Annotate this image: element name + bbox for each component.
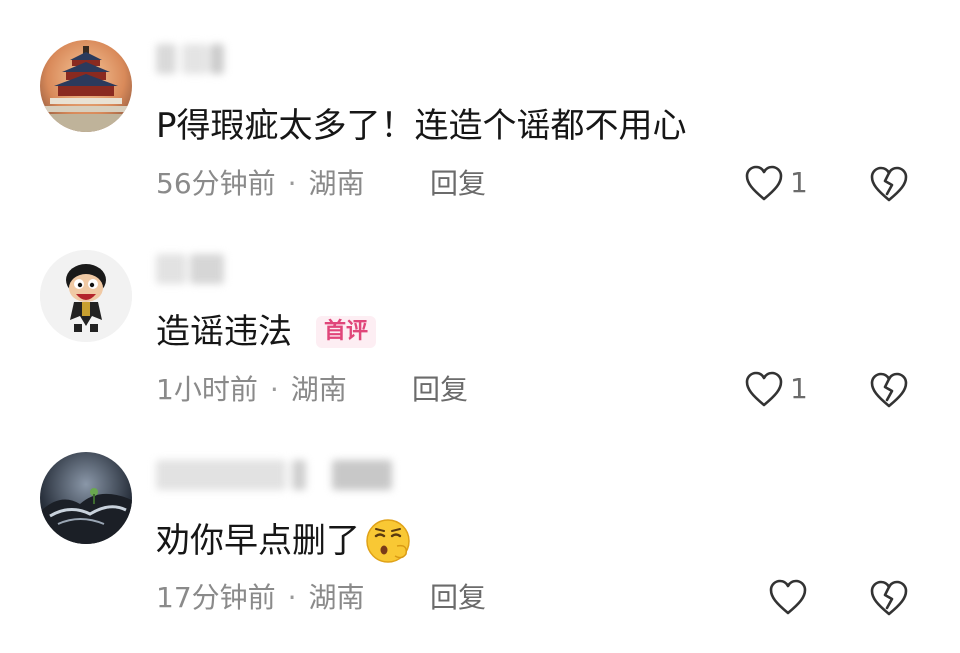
heart-icon	[769, 579, 807, 615]
comment-text-content: 造谣违法	[156, 312, 292, 352]
dislike-button[interactable]	[868, 164, 910, 204]
comment-item: 劝你早点删了 17分钟前 · 湖南 回复	[0, 420, 960, 620]
broken-heart-icon	[870, 580, 908, 616]
night-landscape-avatar-icon	[40, 452, 132, 544]
comment-text: 劝你早点删了	[156, 516, 414, 566]
comment-time: 17分钟前	[156, 581, 276, 614]
comment-item: P得瑕疵太多了！连造个谣都不用心 56分钟前 · 湖南 回复 1	[0, 0, 960, 202]
dislike-button[interactable]	[868, 578, 910, 618]
meta-separator: ·	[269, 373, 279, 406]
heart-icon	[745, 165, 783, 201]
comment-list: P得瑕疵太多了！连造个谣都不用心 56分钟前 · 湖南 回复 1 造谣违法 首评…	[0, 0, 960, 653]
comment-meta: 56分钟前 · 湖南	[156, 166, 365, 202]
heart-icon	[745, 371, 783, 407]
comment-text-content: P得瑕疵太多了！连造个谣都不用心	[156, 106, 687, 146]
reply-button[interactable]: 回复	[412, 372, 468, 408]
comment-location: 湖南	[290, 373, 347, 406]
like-count: 1	[790, 166, 808, 199]
cartoon-character-avatar-icon	[40, 250, 132, 342]
comment-text-content: 劝你早点删了	[156, 521, 360, 561]
comment-text: P得瑕疵太多了！连造个谣都不用心	[156, 104, 687, 148]
comment-location: 湖南	[308, 167, 365, 200]
broken-heart-icon	[870, 372, 908, 408]
broken-heart-icon	[870, 166, 908, 202]
first-comment-badge: 首评	[316, 316, 377, 348]
temple-of-heaven-avatar-icon	[40, 40, 132, 132]
user-avatar[interactable]	[40, 250, 132, 342]
reply-button[interactable]: 回复	[430, 580, 486, 616]
comment-item: 造谣违法 首评 1小时前 · 湖南 回复 1	[0, 210, 960, 410]
username-blurred	[156, 254, 226, 284]
comment-location: 湖南	[308, 581, 365, 614]
meta-separator: ·	[287, 167, 297, 200]
comment-text: 造谣违法 首评	[156, 310, 377, 354]
comment-meta: 17分钟前 · 湖南	[156, 580, 365, 616]
dislike-button[interactable]	[868, 370, 910, 410]
like-button[interactable]: 1	[744, 164, 808, 202]
reply-button[interactable]: 回复	[430, 166, 486, 202]
username-blurred	[156, 460, 396, 490]
meta-separator: ·	[287, 581, 297, 614]
username-blurred	[156, 44, 226, 74]
like-count: 1	[790, 372, 808, 405]
face-blowing-kiss-emoji-icon	[364, 516, 414, 566]
comment-meta: 1小时前 · 湖南	[156, 372, 347, 408]
comment-time: 56分钟前	[156, 167, 276, 200]
user-avatar[interactable]	[40, 452, 132, 544]
like-button[interactable]: 1	[744, 370, 808, 408]
like-button[interactable]	[768, 578, 808, 616]
comment-time: 1小时前	[156, 373, 258, 406]
user-avatar[interactable]	[40, 40, 132, 132]
